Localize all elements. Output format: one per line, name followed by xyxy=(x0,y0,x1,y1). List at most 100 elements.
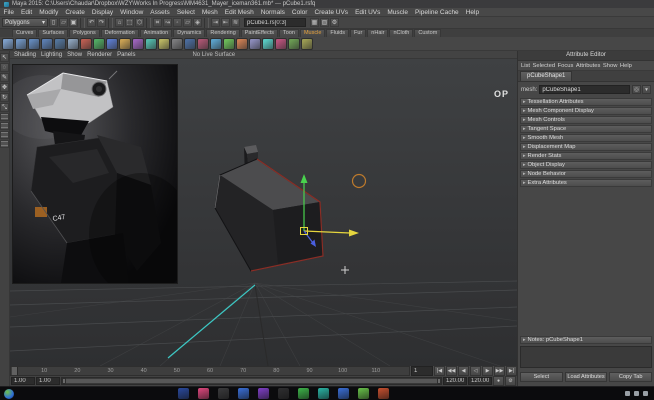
ae-section-tangent-space[interactable]: ▸Tangent Space xyxy=(520,125,652,133)
menu-item-select[interactable]: Select xyxy=(173,8,198,17)
ae-section-node-behavior[interactable]: ▸Node Behavior xyxy=(520,170,652,178)
shelf-tool-icon[interactable] xyxy=(275,38,287,50)
polygon-cube-icon[interactable] xyxy=(15,38,27,50)
tray-icon[interactable] xyxy=(634,391,639,396)
shelf-tool-icon[interactable] xyxy=(210,38,222,50)
shelf-tab-custom[interactable]: Custom xyxy=(414,29,441,37)
shelf-tool-icon[interactable] xyxy=(184,38,196,50)
taskbar-app-icon[interactable] xyxy=(178,388,189,399)
menu-item-edit-mesh[interactable]: Edit Mesh xyxy=(221,8,257,17)
ae-menu-selected[interactable]: Selected xyxy=(533,63,556,69)
shelf-tool-icon[interactable] xyxy=(301,38,313,50)
notes-text-area[interactable] xyxy=(520,346,652,368)
panel-menu-shading[interactable]: Shading xyxy=(14,51,36,59)
shelf-tab-animation[interactable]: Animation xyxy=(140,29,172,37)
layout-persp-outliner-button[interactable] xyxy=(0,131,9,139)
render-settings-icon[interactable]: ⚙ xyxy=(330,18,339,27)
shelf-tab-dynamics[interactable]: Dynamics xyxy=(173,29,205,37)
input-connections-icon[interactable]: ⇥ xyxy=(211,18,220,27)
shelf-tool-icon[interactable] xyxy=(288,38,300,50)
ipr-render-icon[interactable]: ▧ xyxy=(320,18,329,27)
animation-start-field[interactable] xyxy=(11,377,35,385)
ae-section-displacement-map[interactable]: ▸Displacement Map xyxy=(520,143,652,151)
snap-to-curve-icon[interactable]: ↝ xyxy=(163,18,172,27)
output-connections-icon[interactable]: ⇤ xyxy=(221,18,230,27)
ae-section-smooth-mesh[interactable]: ▸Smooth Mesh xyxy=(520,134,652,142)
shelf-tab-toon[interactable]: Toon xyxy=(279,29,299,37)
shelf-tab-polygons[interactable]: Polygons xyxy=(69,29,100,37)
ae-section-object-display[interactable]: ▸Object Display xyxy=(520,161,652,169)
taskbar-app-icon[interactable] xyxy=(278,388,289,399)
quick-selection-field[interactable] xyxy=(244,18,306,27)
snap-to-point-icon[interactable]: ◦ xyxy=(173,18,182,27)
shelf-tool-icon[interactable] xyxy=(106,38,118,50)
taskbar-app-icon[interactable] xyxy=(358,388,369,399)
step-forward-button[interactable]: ▶▶ xyxy=(494,366,505,376)
move-tool[interactable]: ✥ xyxy=(0,83,9,92)
select-by-hierarchy-icon[interactable]: ⌂ xyxy=(115,18,124,27)
panel-menu-renderer[interactable]: Renderer xyxy=(87,51,112,59)
tray-icon[interactable] xyxy=(643,391,648,396)
paint-select-tool[interactable]: ✎ xyxy=(0,73,9,82)
taskbar-app-icon[interactable] xyxy=(238,388,249,399)
menu-item-mesh[interactable]: Mesh xyxy=(198,8,221,17)
layout-hypershade-persp-button[interactable] xyxy=(0,140,9,148)
ae-menu-help[interactable]: Help xyxy=(620,63,632,69)
menu-item-normals[interactable]: Normals xyxy=(257,8,288,17)
shelf-tool-icon[interactable] xyxy=(119,38,131,50)
go-to-start-button[interactable]: |◀ xyxy=(434,366,445,376)
step-back-button[interactable]: ◀ xyxy=(458,366,469,376)
auto-keyframe-button[interactable]: ● xyxy=(493,376,504,386)
focus-button[interactable]: ◎ xyxy=(632,85,641,94)
ae-menu-attributes[interactable]: Attributes xyxy=(576,63,601,69)
shelf-tab-painteffects[interactable]: PaintEffects xyxy=(241,29,278,37)
scale-tool[interactable]: ⤡ xyxy=(0,103,9,112)
manipulator-x-arrow-icon[interactable] xyxy=(349,230,359,237)
menu-set-dropdown[interactable]: Polygons ▾ xyxy=(2,18,48,27)
start-button[interactable] xyxy=(4,389,14,399)
go-to-end-button[interactable]: ▶| xyxy=(506,366,517,376)
tray-icon[interactable] xyxy=(625,391,630,396)
shelf-tool-icon[interactable] xyxy=(223,38,235,50)
range-start-handle[interactable] xyxy=(62,378,66,384)
shelf-tab-curves[interactable]: Curves xyxy=(12,29,37,37)
animation-preferences-button[interactable]: ⚙ xyxy=(505,376,516,386)
taskbar-app-icon[interactable] xyxy=(378,388,389,399)
ae-section-render-stats[interactable]: ▸Render Stats xyxy=(520,152,652,160)
snap-to-plane-icon[interactable]: ▱ xyxy=(183,18,192,27)
ae-section-mesh-controls[interactable]: ▸Mesh Controls xyxy=(520,116,652,124)
menu-item-window[interactable]: Window xyxy=(117,8,147,17)
menu-item-pipeline-cache[interactable]: Pipeline Cache xyxy=(411,8,462,17)
open-scene-icon[interactable]: ▱ xyxy=(59,18,68,27)
save-scene-icon[interactable]: ▣ xyxy=(69,18,78,27)
attribute-editor-header[interactable]: Attribute Editor xyxy=(518,51,654,61)
menu-item-edit[interactable]: Edit xyxy=(17,8,35,17)
taskbar-app-icon[interactable] xyxy=(298,388,309,399)
shelf-tool-icon[interactable] xyxy=(197,38,209,50)
shelf-tab-fluids[interactable]: Fluids xyxy=(326,29,349,37)
taskbar-app-icon[interactable] xyxy=(318,388,329,399)
new-scene-icon[interactable]: ▯ xyxy=(49,18,58,27)
rotate-tool[interactable]: ↻ xyxy=(0,93,9,102)
shelf-tool-icon[interactable] xyxy=(80,38,92,50)
shelf-tab-fur[interactable]: Fur xyxy=(350,29,366,37)
select-tool[interactable]: ↖ xyxy=(0,53,9,62)
ae-menu-list[interactable]: List xyxy=(521,63,530,69)
load-attributes-button[interactable]: Load Attributes xyxy=(565,372,608,382)
ae-section-mesh-component-display[interactable]: ▸Mesh Component Display xyxy=(520,107,652,115)
panel-menu-lighting[interactable]: Lighting xyxy=(41,51,62,59)
menu-item-file[interactable]: File xyxy=(0,8,17,17)
taskbar-app-icon[interactable] xyxy=(258,388,269,399)
shelf-tool-icon[interactable] xyxy=(262,38,274,50)
playback-end-field[interactable] xyxy=(443,377,467,385)
ae-tab-pcubeshape1[interactable]: pCubeShape1 xyxy=(520,71,572,81)
panel-menu-panels[interactable]: Panels xyxy=(117,51,135,59)
menu-item-create-uvs[interactable]: Create UVs xyxy=(311,8,352,17)
ae-menu-focus[interactable]: Focus xyxy=(558,63,574,69)
shelf-tool-icon[interactable] xyxy=(158,38,170,50)
menu-item-create[interactable]: Create xyxy=(62,8,89,17)
notes-section-header[interactable]: ▸ Notes: pCubeShape1 xyxy=(520,336,652,344)
shelf-tab-nhair[interactable]: nHair xyxy=(367,29,388,37)
viewport-canvas[interactable]: C47 xyxy=(10,59,517,366)
lasso-tool[interactable]: ◌ xyxy=(0,63,9,72)
